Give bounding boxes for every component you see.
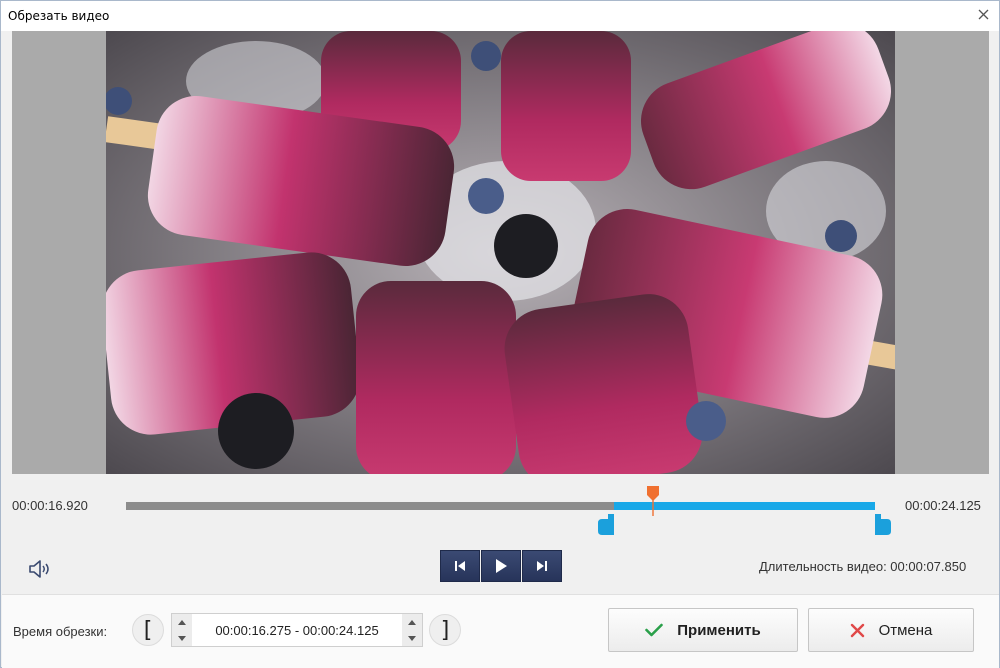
close-icon bbox=[850, 623, 864, 637]
playhead-icon bbox=[646, 486, 659, 516]
skip-next-icon bbox=[537, 561, 547, 571]
close-bracket-glyph: ] bbox=[440, 617, 450, 643]
previous-frame-button[interactable] bbox=[440, 550, 480, 582]
chevron-up-icon bbox=[408, 619, 416, 625]
close-window-button[interactable] bbox=[975, 7, 991, 23]
set-start-bracket-button[interactable]: [ bbox=[132, 614, 164, 646]
selection-end-time: 00:00:24.125 bbox=[905, 498, 981, 513]
apply-button-label: Применить bbox=[677, 621, 761, 639]
left-spin-buttons bbox=[172, 614, 192, 646]
chevron-down-icon bbox=[178, 635, 186, 641]
volume-button[interactable] bbox=[28, 558, 54, 580]
start-increment-button[interactable] bbox=[172, 614, 192, 630]
skip-previous-icon bbox=[455, 561, 465, 571]
selection-start-time: 00:00:16.920 bbox=[12, 498, 88, 513]
chevron-down-icon bbox=[408, 635, 416, 641]
close-icon bbox=[978, 9, 988, 20]
window-title: Обрезать видео bbox=[8, 9, 110, 23]
trim-end-handle-icon bbox=[875, 514, 891, 535]
chevron-up-icon bbox=[178, 619, 186, 625]
cancel-button-label: Отмена bbox=[878, 621, 933, 639]
trim-start-handle[interactable] bbox=[598, 514, 615, 535]
end-increment-button[interactable] bbox=[402, 614, 422, 630]
trim-video-dialog: Обрезать видео 00:00:16.920 00:00:24.125… bbox=[0, 0, 1000, 668]
trim-end-handle[interactable] bbox=[874, 514, 891, 535]
end-decrement-button[interactable] bbox=[402, 630, 422, 646]
play-button[interactable] bbox=[481, 550, 521, 582]
title-bar: Обрезать видео bbox=[1, 1, 999, 31]
video-preview-area bbox=[12, 31, 989, 474]
apply-button[interactable]: Применить bbox=[608, 608, 798, 652]
play-icon bbox=[496, 559, 507, 573]
right-spin-buttons bbox=[402, 614, 422, 646]
video-frame-image bbox=[106, 31, 895, 474]
cut-range-input[interactable] bbox=[194, 614, 400, 646]
speaker-icon bbox=[29, 560, 49, 578]
start-decrement-button[interactable] bbox=[172, 630, 192, 646]
video-duration-label: Длительность видео: 00:00:07.850 bbox=[759, 559, 967, 574]
cancel-button[interactable]: Отмена bbox=[808, 608, 974, 652]
open-bracket-glyph: [ bbox=[143, 617, 153, 643]
trim-start-handle-icon bbox=[598, 514, 615, 535]
check-icon bbox=[645, 623, 664, 637]
next-frame-button[interactable] bbox=[522, 550, 562, 582]
timeline-track[interactable] bbox=[126, 502, 875, 510]
set-end-bracket-button[interactable]: ] bbox=[429, 614, 461, 646]
cut-range-spinbox bbox=[171, 613, 423, 647]
cut-time-label: Время обрезки: bbox=[13, 624, 108, 639]
playhead-marker[interactable] bbox=[646, 486, 660, 516]
video-frame bbox=[106, 31, 895, 474]
